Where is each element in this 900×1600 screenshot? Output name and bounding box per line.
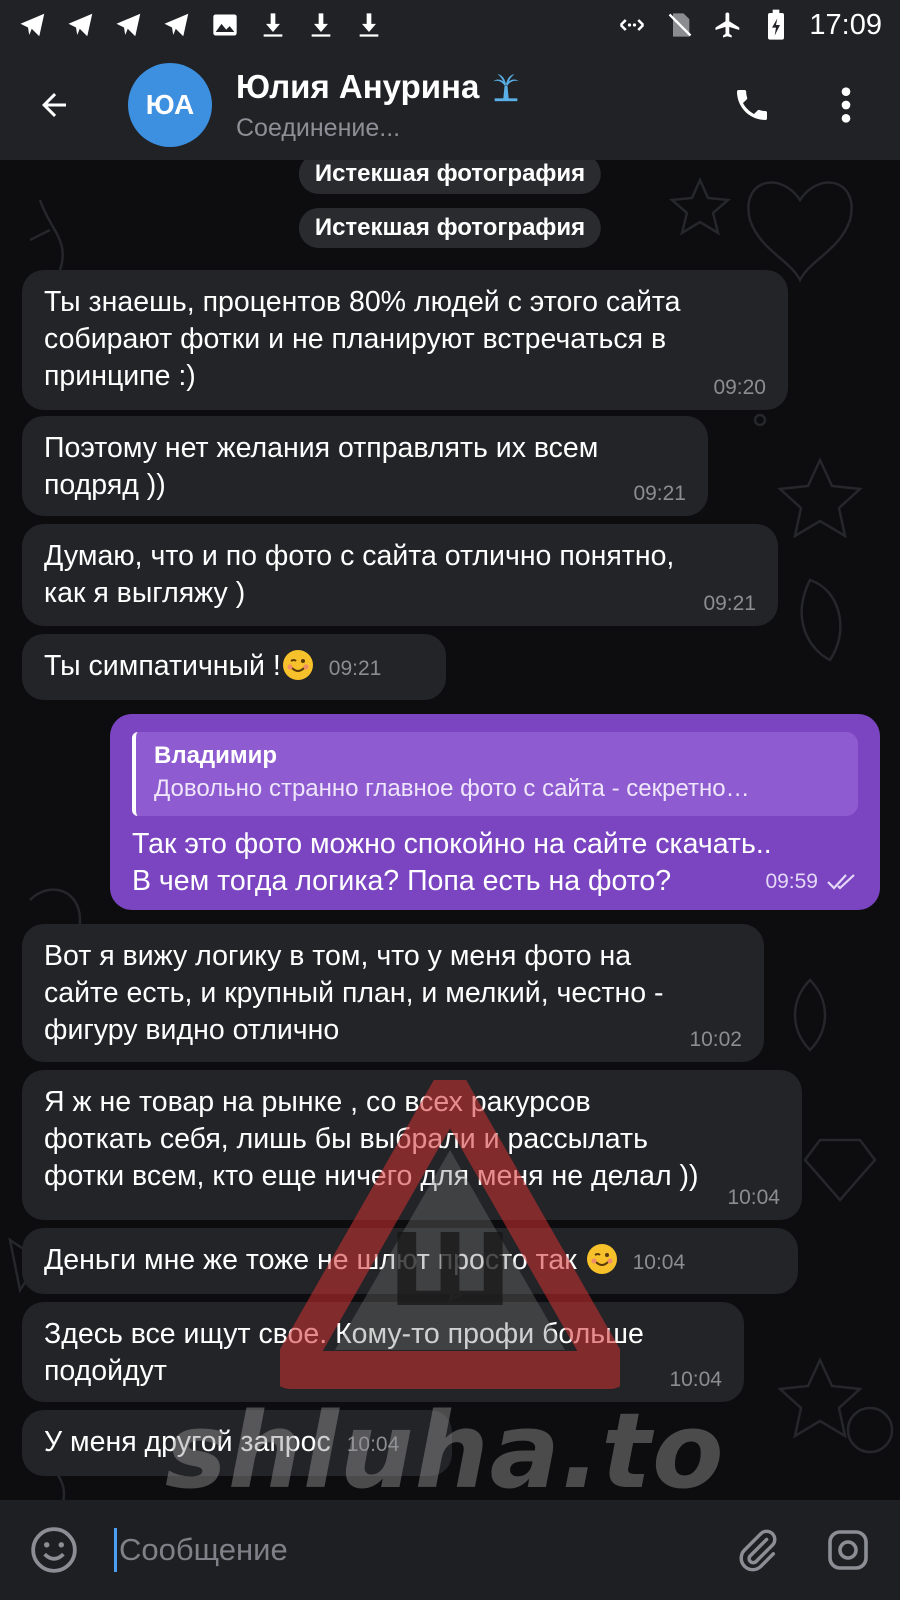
message-time: 10:04 [346,1433,400,1456]
expired-photo-notice[interactable]: Истекшая фотография [298,208,602,248]
message-time: 09:21 [328,657,382,680]
message-time: 10:04 [669,1368,722,1391]
image-icon [210,10,240,40]
connection-status: Соединение... [236,113,401,142]
message-text: Деньги мне же тоже не шлют просто так [44,1244,585,1276]
telegram-icon [114,10,144,40]
incoming-message[interactable]: Я ж не товар на рынке , со всех ракурсов… [22,1070,802,1220]
message-text: Ты знаешь, процентов 80% людей с этого с… [44,286,681,392]
message-time: 09:20 [713,376,766,399]
incoming-message[interactable]: Деньги мне же тоже не шлют просто так 10… [22,1228,798,1294]
incoming-message[interactable]: У меня другой запрос 10:04 [22,1410,452,1476]
airplane-icon [713,10,743,40]
incoming-message[interactable]: Поэтому нет желания отправлять их всем п… [22,416,708,516]
message-text: У меня другой запрос [44,1426,331,1458]
message-time: 09:59 [765,870,818,893]
incoming-message[interactable]: Ты знаешь, процентов 80% людей с этого с… [22,270,788,410]
call-button[interactable] [730,83,774,127]
message-text: Думаю, что и по фото с сайта отлично пон… [44,540,675,609]
composer [0,1500,900,1600]
double-check-icon [827,873,855,890]
message-text: Я ж не товар на рынке , со всех ракурсов… [44,1086,699,1192]
message-time: 10:04 [727,1186,780,1209]
message-time: 09:21 [703,592,756,615]
expired-photo-notice[interactable]: Истекшая фотография [298,160,602,194]
outgoing-message[interactable]: Владимир Довольно странно главное фото с… [110,714,880,910]
text-cursor [114,1528,117,1572]
status-bar: 17:09 [0,0,900,50]
message-text: Вот я вижу логику в том, что у меня фото… [44,940,664,1046]
message-time: 10:02 [689,1028,742,1051]
notification-icons [18,10,384,40]
camera-icon [828,1530,868,1570]
download-icon [258,10,288,40]
battery-icon [761,9,791,40]
incoming-message[interactable]: Здесь все ищут свое. Кому-то профи больш… [22,1302,744,1402]
attach-button[interactable] [728,1520,788,1580]
reply-text: Довольно странно главное фото с сайта - … [154,775,750,802]
download-icon [306,10,336,40]
smiley-icon [31,1527,77,1573]
message-time: 09:21 [633,482,686,505]
incoming-message[interactable]: Думаю, что и по фото с сайта отлично пон… [22,524,778,626]
camera-button[interactable] [818,1520,878,1580]
phone-icon [737,90,767,120]
message-text: Здесь все ищут свое. Кому-то профи больш… [44,1318,644,1387]
message-text: Ты симпатичный ! [44,650,281,682]
emoji-button[interactable] [24,1520,84,1580]
reply-author: Владимир [154,742,278,769]
data-icon [617,10,647,40]
winking-face-icon [282,650,313,680]
message-list[interactable]: Истекшая фотография Истекшая фотография … [0,160,900,1500]
message-time: 10:04 [632,1251,686,1274]
download-icon [354,10,384,40]
winking-face-icon [586,1244,617,1274]
back-button[interactable] [24,75,84,135]
telegram-icon [66,10,96,40]
avatar[interactable]: ЮА [128,63,212,147]
no-sim-icon [665,10,695,40]
message-input[interactable] [119,1532,728,1568]
chat-header: ЮА Юлия Анурина Соединение... [0,50,900,160]
reply-preview[interactable]: Владимир Довольно странно главное фото с… [132,732,858,816]
message-text: Так это фото можно спокойно на сайте ска… [132,828,772,897]
chat-title[interactable]: Юлия Анурина Соединение... [236,68,523,143]
telegram-icon [162,10,192,40]
incoming-message[interactable]: Вот я вижу логику в том, что у меня фото… [22,924,764,1062]
clock: 17:09 [809,8,882,41]
arrow-left-icon [42,93,66,117]
incoming-message[interactable]: Ты симпатичный ! 09:21 [22,634,446,700]
more-vertical-icon [841,87,851,123]
telegram-icon [18,10,48,40]
palm-tree-icon [493,73,520,101]
contact-name: Юлия Анурина [236,67,480,105]
more-options-button[interactable] [824,83,868,127]
message-text: Поэтому нет желания отправлять их всем п… [44,432,599,501]
paperclip-icon [739,1529,777,1572]
